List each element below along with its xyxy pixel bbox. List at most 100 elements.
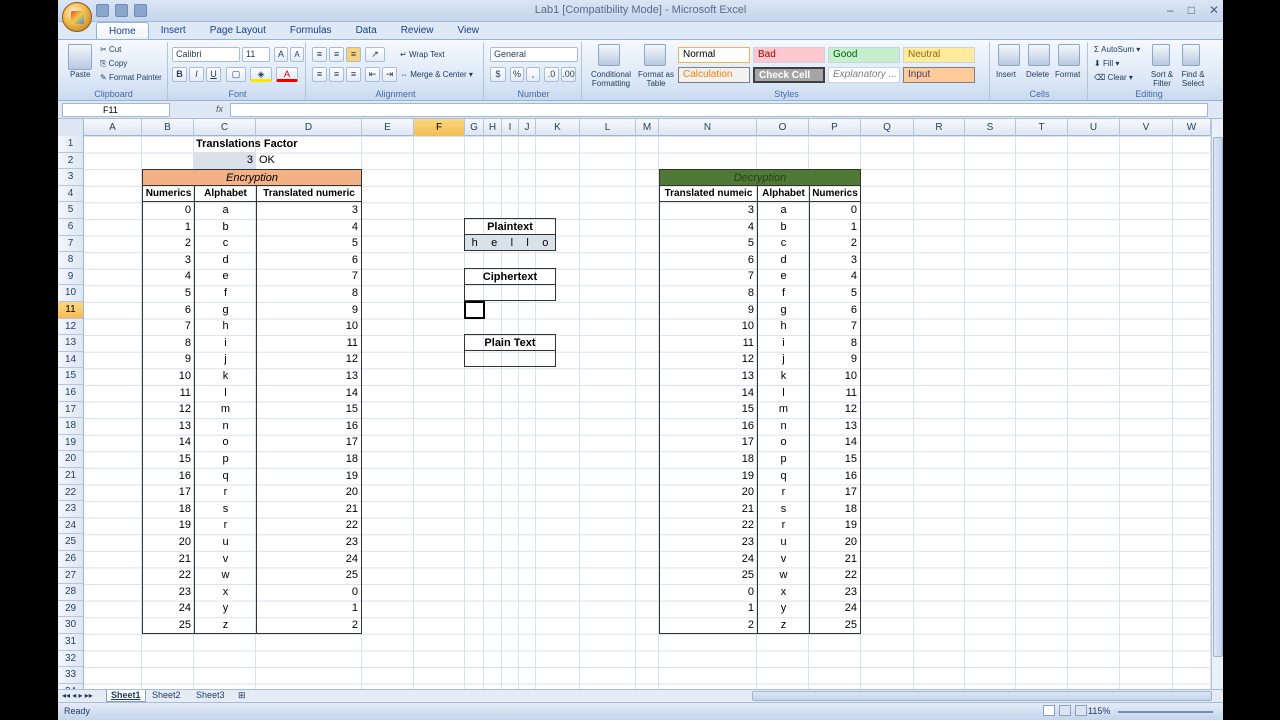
conditional-formatting-icon[interactable] xyxy=(598,44,620,66)
dec-numeric-cell[interactable]: 25 xyxy=(809,616,861,634)
row-header-3[interactable]: 3 xyxy=(58,169,84,186)
dec-alphabet-cell[interactable]: r xyxy=(757,517,810,535)
enc-alphabet-cell[interactable]: f xyxy=(194,284,257,302)
enc-alphabet-cell[interactable]: j xyxy=(194,351,257,369)
decrease-indent-icon[interactable]: ⇤ xyxy=(365,67,380,82)
bold-button[interactable]: B xyxy=(172,67,187,82)
name-box[interactable]: F11 xyxy=(62,103,170,117)
insert-cells-icon[interactable] xyxy=(998,44,1020,66)
sheet-tab-1[interactable]: Sheet1 xyxy=(106,690,146,702)
tab-review[interactable]: Review xyxy=(389,22,446,39)
enc-numeric-cell[interactable]: 4 xyxy=(142,268,195,286)
align-top-icon[interactable]: ≡ xyxy=(312,47,327,62)
row-header-12[interactable]: 12 xyxy=(58,318,84,336)
maximize-button[interactable]: □ xyxy=(1188,3,1195,17)
dec-numeric-cell[interactable]: 1 xyxy=(809,218,861,236)
dec-numeric-cell[interactable]: 2 xyxy=(809,235,861,253)
enc-alphabet-cell[interactable]: u xyxy=(194,533,257,551)
dec-numeric-cell[interactable]: 6 xyxy=(809,301,861,319)
dec-alphabet-cell[interactable]: h xyxy=(757,318,810,336)
dec-translated-cell[interactable]: 18 xyxy=(659,450,758,468)
column-header-j[interactable]: J xyxy=(519,119,536,136)
cut-button[interactable]: ✂ Cut xyxy=(100,45,121,54)
enc-alphabet-cell[interactable]: o xyxy=(194,434,257,452)
font-color-button[interactable]: A xyxy=(276,67,298,82)
column-header-w[interactable]: W xyxy=(1173,119,1211,136)
sheet-tab-3[interactable]: Sheet3 xyxy=(192,690,229,702)
enc-numeric-cell[interactable]: 12 xyxy=(142,401,195,419)
enc-translated-cell[interactable]: 2 xyxy=(256,616,362,634)
dec-translated-cell[interactable]: 5 xyxy=(659,235,758,253)
plain-text-output[interactable] xyxy=(464,350,556,367)
enc-alphabet-cell[interactable]: n xyxy=(194,417,257,435)
enc-alphabet-cell[interactable]: r xyxy=(194,517,257,535)
vertical-scrollbar[interactable] xyxy=(1211,119,1223,689)
vertical-scroll-thumb[interactable] xyxy=(1213,137,1223,657)
select-all-corner[interactable] xyxy=(58,119,84,136)
enc-numeric-cell[interactable]: 21 xyxy=(142,550,195,568)
fill-color-button[interactable]: ◈ xyxy=(250,67,272,82)
dec-alphabet-cell[interactable]: z xyxy=(757,616,810,634)
row-header-22[interactable]: 22 xyxy=(58,484,84,502)
sort-filter-button[interactable]: Sort & Filter xyxy=(1148,70,1176,88)
column-header-a[interactable]: A xyxy=(84,119,142,136)
font-size-select[interactable]: 11 xyxy=(242,47,270,62)
number-format-select[interactable]: General xyxy=(490,47,578,62)
tab-data[interactable]: Data xyxy=(344,22,389,39)
dec-alphabet-cell[interactable]: a xyxy=(757,201,810,219)
dec-numeric-cell[interactable]: 0 xyxy=(809,201,861,219)
dec-numeric-cell[interactable]: 17 xyxy=(809,484,861,502)
find-select-button[interactable]: Find & Select xyxy=(1178,70,1208,88)
enc-alphabet-cell[interactable]: w xyxy=(194,567,257,585)
dec-translated-cell[interactable]: 7 xyxy=(659,268,758,286)
align-bottom-icon[interactable]: ≡ xyxy=(346,47,361,62)
dec-translated-cell[interactable]: 23 xyxy=(659,533,758,551)
dec-numeric-cell[interactable]: 21 xyxy=(809,550,861,568)
enc-translated-cell[interactable]: 3 xyxy=(256,201,362,219)
dec-alphabet-cell[interactable]: w xyxy=(757,567,810,585)
sort-filter-icon[interactable] xyxy=(1152,44,1170,66)
enc-translated-cell[interactable]: 5 xyxy=(256,235,362,253)
style-neutral[interactable]: Neutral xyxy=(903,47,975,63)
enc-numeric-cell[interactable]: 24 xyxy=(142,600,195,618)
enc-translated-cell[interactable]: 21 xyxy=(256,500,362,518)
enc-translated-cell[interactable]: 0 xyxy=(256,583,362,601)
dec-translated-cell[interactable]: 1 xyxy=(659,600,758,618)
column-header-s[interactable]: S xyxy=(965,119,1016,136)
column-header-k[interactable]: K xyxy=(536,119,580,136)
dec-alphabet-cell[interactable]: q xyxy=(757,467,810,485)
enc-alphabet-cell[interactable]: z xyxy=(194,616,257,634)
enc-translated-cell[interactable]: 13 xyxy=(256,367,362,385)
enc-translated-cell[interactable]: 1 xyxy=(256,600,362,618)
enc-numeric-cell[interactable]: 11 xyxy=(142,384,195,402)
dec-translated-cell[interactable]: 3 xyxy=(659,201,758,219)
enc-numeric-cell[interactable]: 20 xyxy=(142,533,195,551)
row-header-24[interactable]: 24 xyxy=(58,517,84,535)
column-header-h[interactable]: H xyxy=(484,119,502,136)
plaintext-input[interactable]: h e l l o xyxy=(464,234,556,251)
row-header-9[interactable]: 9 xyxy=(58,268,84,286)
format-as-table-button[interactable]: Format as Table xyxy=(634,70,678,88)
enc-numeric-cell[interactable]: 6 xyxy=(142,301,195,319)
tab-insert[interactable]: Insert xyxy=(149,22,198,39)
enc-numeric-cell[interactable]: 7 xyxy=(142,318,195,336)
formula-input[interactable] xyxy=(230,103,1208,117)
dec-translated-cell[interactable]: 21 xyxy=(659,500,758,518)
format-painter-button[interactable]: ✎ Format Painter xyxy=(100,73,162,82)
conditional-formatting-button[interactable]: Conditional Formatting xyxy=(586,70,636,88)
page-break-view-icon[interactable] xyxy=(1075,705,1087,716)
dec-alphabet-cell[interactable]: i xyxy=(757,334,810,352)
column-header-t[interactable]: T xyxy=(1016,119,1068,136)
dec-alphabet-cell[interactable]: n xyxy=(757,417,810,435)
row-header-19[interactable]: 19 xyxy=(58,434,84,452)
row-header-32[interactable]: 32 xyxy=(58,650,84,668)
format-cells-icon[interactable] xyxy=(1058,44,1080,66)
enc-translated-cell[interactable]: 20 xyxy=(256,484,362,502)
enc-translated-cell[interactable]: 25 xyxy=(256,567,362,585)
row-header-18[interactable]: 18 xyxy=(58,418,84,435)
office-button[interactable] xyxy=(62,2,92,32)
enc-alphabet-cell[interactable]: i xyxy=(194,334,257,352)
dec-numeric-cell[interactable]: 9 xyxy=(809,351,861,369)
dec-numeric-cell[interactable]: 19 xyxy=(809,517,861,535)
enc-alphabet-cell[interactable]: v xyxy=(194,550,257,568)
